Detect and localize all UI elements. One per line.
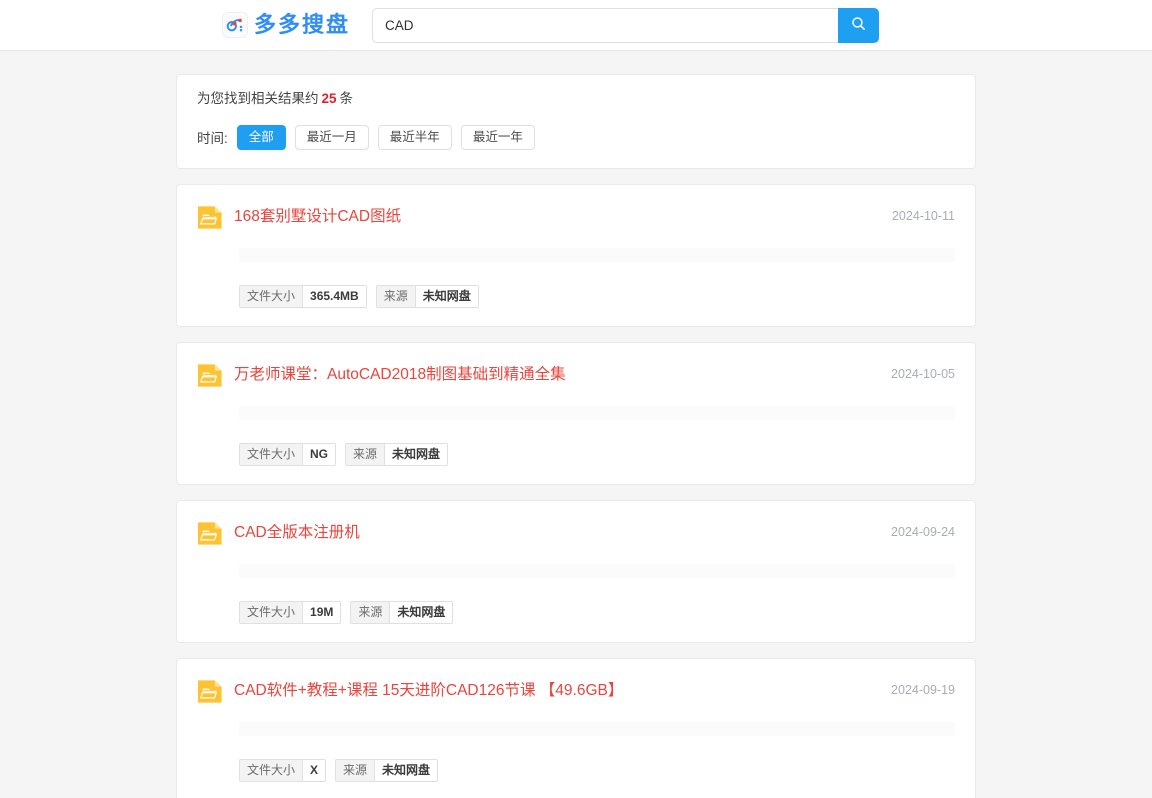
result-description-placeholder — [239, 721, 955, 736]
result-title[interactable]: CAD全版本注册机 — [234, 519, 877, 544]
result-count-line: 为您找到相关结果约 25 条 — [197, 92, 955, 106]
result-count-suffix: 条 — [339, 91, 354, 106]
search-input[interactable] — [372, 7, 839, 43]
source-tag: 来源 未知网盘 — [335, 758, 439, 782]
result-meta-tags: 文件大小 X 来源 未知网盘 — [239, 758, 955, 782]
site-header: 多多搜盘 — [0, 0, 1152, 51]
file-size-label: 文件大小 — [240, 285, 304, 307]
source-value: 未知网盘 — [375, 759, 438, 781]
result-description-placeholder — [239, 563, 955, 578]
time-filter-all[interactable]: 全部 — [236, 124, 286, 150]
file-size-value: 365.4MB — [303, 285, 366, 307]
file-size-value: NG — [303, 443, 336, 465]
result-title[interactable]: CAD软件+教程+课程 15天进阶CAD126节课 【49.6GB】 — [234, 677, 877, 702]
time-filter-last-half-year[interactable]: 最近半年 — [377, 124, 452, 150]
source-tag: 来源 未知网盘 — [350, 600, 454, 624]
result-title[interactable]: 168套别墅设计CAD图纸 — [234, 203, 878, 228]
result-item[interactable]: CAD全版本注册机 2024-09-24 文件大小 19M 来源 未知网盘 — [176, 499, 976, 643]
result-count-number: 25 — [321, 91, 337, 106]
source-label: 来源 — [376, 285, 416, 307]
source-tag: 来源 未知网盘 — [375, 284, 479, 308]
folder-icon — [197, 520, 224, 547]
folder-icon — [197, 362, 224, 389]
time-filter-label: 时间: — [197, 131, 228, 146]
source-value: 未知网盘 — [415, 285, 478, 307]
file-size-tag: 文件大小 19M — [239, 600, 342, 624]
source-label: 来源 — [351, 601, 391, 623]
result-date: 2024-10-05 — [891, 366, 955, 381]
header-inner: 多多搜盘 — [222, 7, 880, 43]
file-size-value: 19M — [303, 601, 341, 623]
file-size-tag: 文件大小 X — [239, 758, 327, 782]
result-meta-tags: 文件大小 NG 来源 未知网盘 — [239, 442, 955, 466]
result-date: 2024-09-24 — [891, 524, 955, 539]
time-filter-last-year[interactable]: 最近一年 — [460, 124, 535, 150]
result-count-prefix: 为您找到相关结果约 — [197, 91, 319, 106]
source-value: 未知网盘 — [390, 601, 453, 623]
source-label: 来源 — [336, 759, 376, 781]
file-size-label: 文件大小 — [240, 759, 304, 781]
folder-icon — [197, 204, 224, 231]
file-size-tag: 文件大小 NG — [239, 442, 337, 466]
brand-name: 多多搜盘 — [254, 12, 351, 37]
result-date: 2024-10-11 — [891, 208, 955, 223]
page-body: 为您找到相关结果约 25 条 时间: 全部 最近一月 最近半年 最近一年 168… — [0, 51, 1152, 798]
result-item[interactable]: 万老师课堂：AutoCAD2018制图基础到精通全集 2024-10-05 文件… — [176, 341, 976, 485]
result-description-placeholder — [239, 247, 955, 262]
result-description-placeholder — [239, 405, 955, 420]
search-icon — [850, 15, 867, 35]
result-title[interactable]: 万老师课堂：AutoCAD2018制图基础到精通全集 — [234, 361, 877, 386]
time-filter-row: 时间: 全部 最近一月 最近半年 最近一年 — [197, 124, 955, 150]
result-header: CAD全版本注册机 2024-09-24 — [197, 519, 955, 547]
result-meta-tags: 文件大小 19M 来源 未知网盘 — [239, 600, 955, 624]
search-button[interactable] — [838, 7, 880, 43]
file-size-label: 文件大小 — [240, 443, 304, 465]
result-date: 2024-09-19 — [891, 682, 955, 697]
search-summary-panel: 为您找到相关结果约 25 条 时间: 全部 最近一月 最近半年 最近一年 — [176, 74, 976, 169]
result-header: CAD软件+教程+课程 15天进阶CAD126节课 【49.6GB】 2024-… — [197, 677, 955, 705]
search-bar — [372, 7, 880, 43]
source-label: 来源 — [346, 443, 386, 465]
results-column: 为您找到相关结果约 25 条 时间: 全部 最近一月 最近半年 最近一年 168… — [176, 74, 976, 798]
file-size-tag: 文件大小 365.4MB — [239, 284, 367, 308]
result-header: 万老师课堂：AutoCAD2018制图基础到精通全集 2024-10-05 — [197, 361, 955, 389]
brand-logo[interactable]: 多多搜盘 — [222, 12, 350, 38]
folder-icon — [197, 678, 224, 705]
file-size-label: 文件大小 — [240, 601, 304, 623]
result-item[interactable]: 168套别墅设计CAD图纸 2024-10-11 文件大小 365.4MB 来源… — [176, 183, 976, 327]
time-filter-last-month[interactable]: 最近一月 — [294, 124, 369, 150]
result-meta-tags: 文件大小 365.4MB 来源 未知网盘 — [239, 284, 955, 308]
file-size-value: X — [303, 759, 326, 781]
source-value: 未知网盘 — [385, 443, 448, 465]
source-tag: 来源 未知网盘 — [345, 442, 449, 466]
result-header: 168套别墅设计CAD图纸 2024-10-11 — [197, 203, 955, 231]
duoduo-logo-icon — [222, 12, 248, 38]
result-item[interactable]: CAD软件+教程+课程 15天进阶CAD126节课 【49.6GB】 2024-… — [176, 657, 976, 798]
